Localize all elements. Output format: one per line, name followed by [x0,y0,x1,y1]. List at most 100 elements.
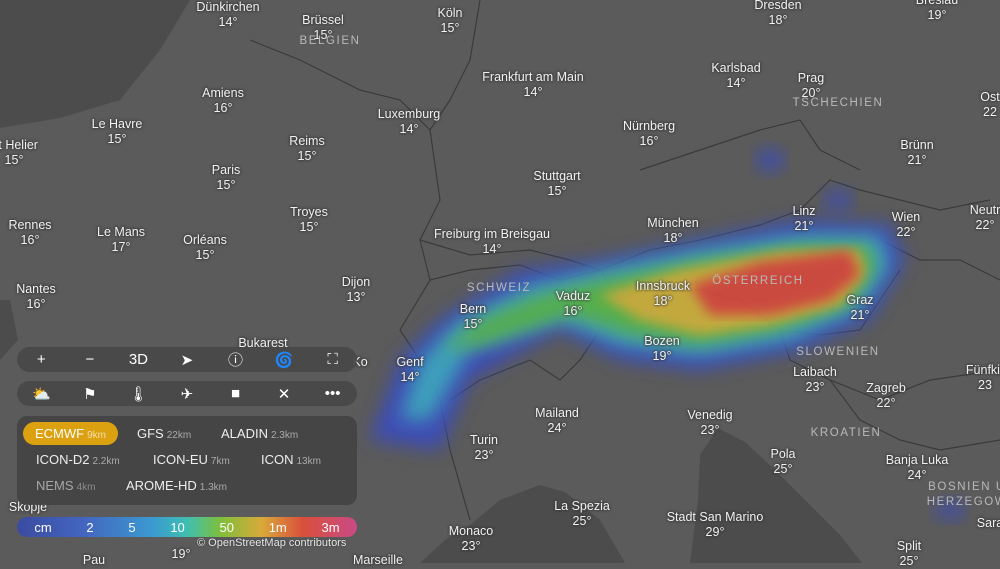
city-temperature: 21° [794,219,814,233]
city-label[interactable]: Köln 15° [437,6,462,36]
close-icon[interactable]: ✕ [264,385,304,403]
hurricane-icon[interactable]: 🌀 [264,351,304,369]
city-label[interactable]: Neutr 22° [970,203,1000,233]
city-label[interactable]: Linz 21° [793,204,816,234]
model-resolution: 7km [210,456,230,467]
city-label[interactable]: Marseille [353,553,403,568]
model-option-icon[interactable]: ICON 13km [261,452,321,467]
city-label[interactable]: Bern 15° [460,302,486,332]
city-label[interactable]: Mailand 24° [535,406,579,436]
city-name: Brünn [900,138,934,152]
city-label[interactable]: 19° [172,547,191,562]
city-label[interactable]: Fünfkir23 [966,363,1000,393]
city-label[interactable]: Amiens 16° [202,86,244,116]
city-label[interactable]: Paris 15° [212,163,240,193]
city-label[interactable]: Laibach 23° [793,365,837,395]
city-label[interactable]: Karlsbad 14° [711,61,760,91]
city-label[interactable]: Pau [83,553,105,568]
model-option-icon-eu[interactable]: ICON-EU 7km [153,452,230,467]
city-name: München [647,216,699,230]
city-label[interactable]: Le Havre 15° [92,117,143,147]
model-name: ICON [261,452,294,467]
city-label[interactable]: Venedig 23° [687,408,732,438]
legend-tick: 10 [170,519,185,535]
city-name: Brüssel [302,13,344,27]
model-name: ICON-D2 [36,452,90,467]
city-label[interactable]: Dijon 13° [342,275,371,305]
city-label[interactable]: Zagreb 22° [866,381,906,411]
city-label[interactable]: Genf 14° [396,355,423,385]
city-temperature: 18° [653,294,673,308]
city-label[interactable]: Dünkirchen 14° [196,0,259,30]
thermometer-icon[interactable]: 🌡 [118,385,158,403]
city-label[interactable]: Banja Luka 24° [886,453,949,483]
city-label[interactable]: Innsbruck 18° [636,279,690,309]
city-temperature: 15° [299,220,319,234]
city-label[interactable]: St Helier15° [0,138,38,168]
fullscreen-icon[interactable]: ⛶ [313,351,353,368]
info-icon[interactable]: ⓘ [216,349,256,370]
city-label[interactable]: Nürnberg 16° [623,119,675,149]
city-label[interactable]: Pola 25° [770,447,795,477]
city-label[interactable]: Stadt San Marino 29° [667,510,764,540]
city-label[interactable]: Freiburg im Breisgau 14° [434,227,550,257]
city-label[interactable]: Graz 21° [846,293,873,323]
model-option-arome-hd[interactable]: AROME-HD 1.3km [126,478,227,493]
model-option-nems[interactable]: NEMS 4km [36,478,95,493]
model-option-aladin[interactable]: ALADIN 2.3km [221,426,298,441]
city-label[interactable]: Stuttgart 15° [533,169,580,199]
city-label[interactable]: Wien 22° [892,210,920,240]
city-temperature: 25° [773,462,793,476]
city-label[interactable]: Reims 15° [289,134,324,164]
city-label[interactable]: Le Mans 17° [97,225,145,255]
city-name: Marseille [352,553,404,567]
airplane-icon[interactable]: ✈ [167,385,207,403]
city-temperature: 19° [171,547,191,561]
city-label[interactable]: Dresden 18° [754,0,801,28]
city-name: Fünfkir [965,363,1000,377]
city-label[interactable]: La Spezia 25° [554,499,610,529]
city-name: Prag [797,71,825,85]
city-label[interactable]: Split 25° [897,539,921,569]
location-arrow-icon[interactable]: ➤ [167,351,207,369]
precipitation-legend: cm 2 5 10 50 1m 3m [17,517,357,537]
layers-toolbar: ⛅ ⚑ 🌡 ✈ ■ ✕ ••• [17,381,357,406]
attribution[interactable]: © OpenStreetMap contributors [197,537,346,549]
3d-button[interactable]: 3D [118,351,158,368]
plus-icon[interactable]: + [21,351,61,368]
city-label[interactable]: München 18° [647,216,698,246]
city-label[interactable]: Sara [977,516,1000,531]
model-option-ecmwf[interactable]: ECMWF 9km [23,422,119,445]
city-name: Amiens [202,86,244,100]
city-label[interactable]: Orléans 15° [183,233,227,263]
city-name: Nantes [16,282,56,296]
city-label[interactable]: Ost 22 [980,90,999,120]
city-label[interactable]: Turin 23° [470,433,498,463]
city-label[interactable]: Luxemburg 14° [378,107,441,137]
model-resolution: 1.3km [199,482,228,493]
city-name: Split [896,539,922,553]
windsock-icon[interactable]: ⚑ [70,385,110,403]
country-label: BELGIEN [299,35,361,47]
model-option-icon-d2[interactable]: ICON-D2 2.2km [36,452,120,467]
city-label[interactable]: Rennes 16° [8,218,51,248]
city-label[interactable]: Vaduz 16° [556,289,591,319]
city-label[interactable]: Troyes 15° [290,205,328,235]
video-camera-icon[interactable]: ■ [216,385,256,402]
weather-cloud-sun-icon[interactable]: ⛅ [21,385,61,403]
city-name: Linz [792,204,816,218]
model-option-gfs[interactable]: GFS 22km [137,426,191,441]
city-label[interactable]: Breslau 19° [916,0,958,23]
city-label[interactable]: Bozen 19° [644,334,679,364]
country-label: BOSNIEN U [928,481,1000,493]
model-selector-panel: ECMWF 9km GFS 22km ALADIN 2.3km ICON-D2 2.2km IC… [17,416,357,505]
city-label[interactable]: Nantes 16° [16,282,56,312]
city-label[interactable]: Frankfurt am Main 14° [482,70,583,100]
city-temperature: 15° [297,149,317,163]
more-icon[interactable]: ••• [313,385,353,402]
legend-tick: 50 [219,519,234,535]
city-label[interactable]: Brünn 21° [900,138,933,168]
model-resolution: 4km [76,482,96,493]
minus-icon[interactable]: − [70,351,110,368]
city-label[interactable]: Monaco 23° [449,524,493,554]
